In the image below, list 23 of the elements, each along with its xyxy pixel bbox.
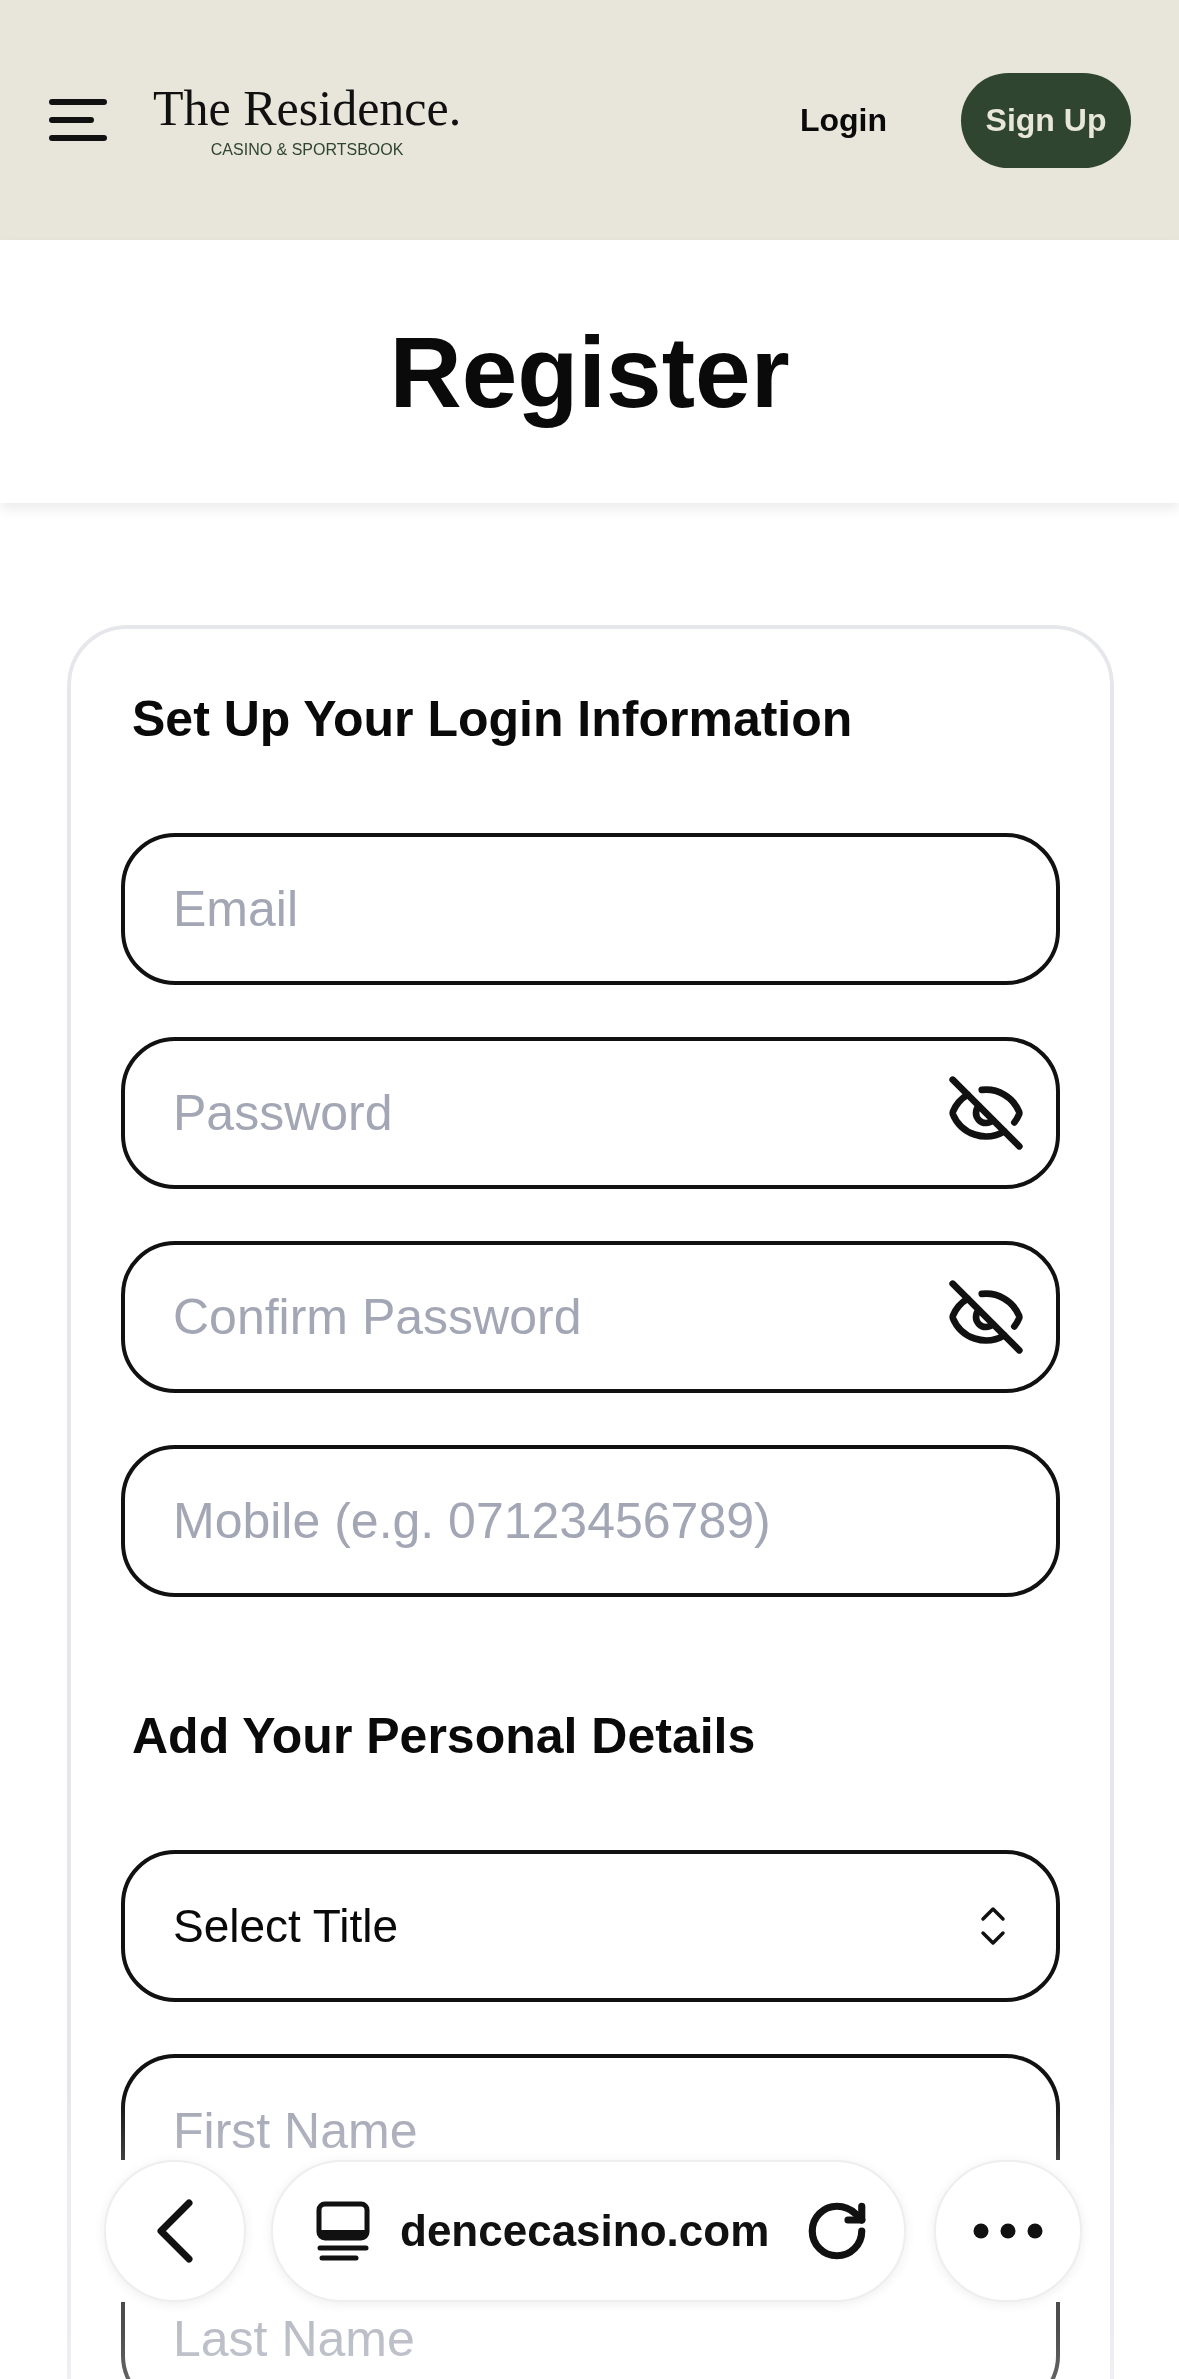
chevron-left-icon: [155, 2199, 195, 2263]
chevrons-up-down-icon: [980, 1906, 1006, 1946]
text-field[interactable]: First Name: [121, 2054, 1060, 2160]
page-icon: [316, 2201, 370, 2261]
ellipsis-icon: [973, 2223, 1043, 2239]
text-field[interactable]: Email: [121, 833, 1060, 985]
header-link[interactable]: Login: [799, 104, 887, 136]
logo-tagline: CASINO & SPORTSBOOK: [210, 141, 404, 158]
section-heading: Add Your Personal Details: [131, 1707, 757, 1766]
password-field[interactable]: Password: [121, 1037, 1060, 1189]
password-field[interactable]: Confirm Password: [121, 1241, 1060, 1393]
logo-title: The Residence.: [153, 82, 462, 133]
menu-icon[interactable]: [49, 99, 107, 141]
eye-off-icon[interactable]: [946, 1073, 1026, 1153]
address-bar[interactable]: dencecasino.com: [271, 2160, 906, 2302]
text-field[interactable]: Mobile (e.g. 07123456789): [121, 1445, 1060, 1597]
eye-off-icon[interactable]: [946, 1277, 1026, 1357]
text-field[interactable]: Last Name: [121, 2302, 1060, 2379]
header-button[interactable]: Sign Up: [961, 72, 1131, 168]
url-text: dencecasino.com: [400, 2209, 770, 2253]
page-title: Register: [389, 314, 790, 430]
section-heading: Set Up Your Login Information: [131, 690, 854, 749]
select-field[interactable]: Select Title: [121, 1850, 1060, 2002]
